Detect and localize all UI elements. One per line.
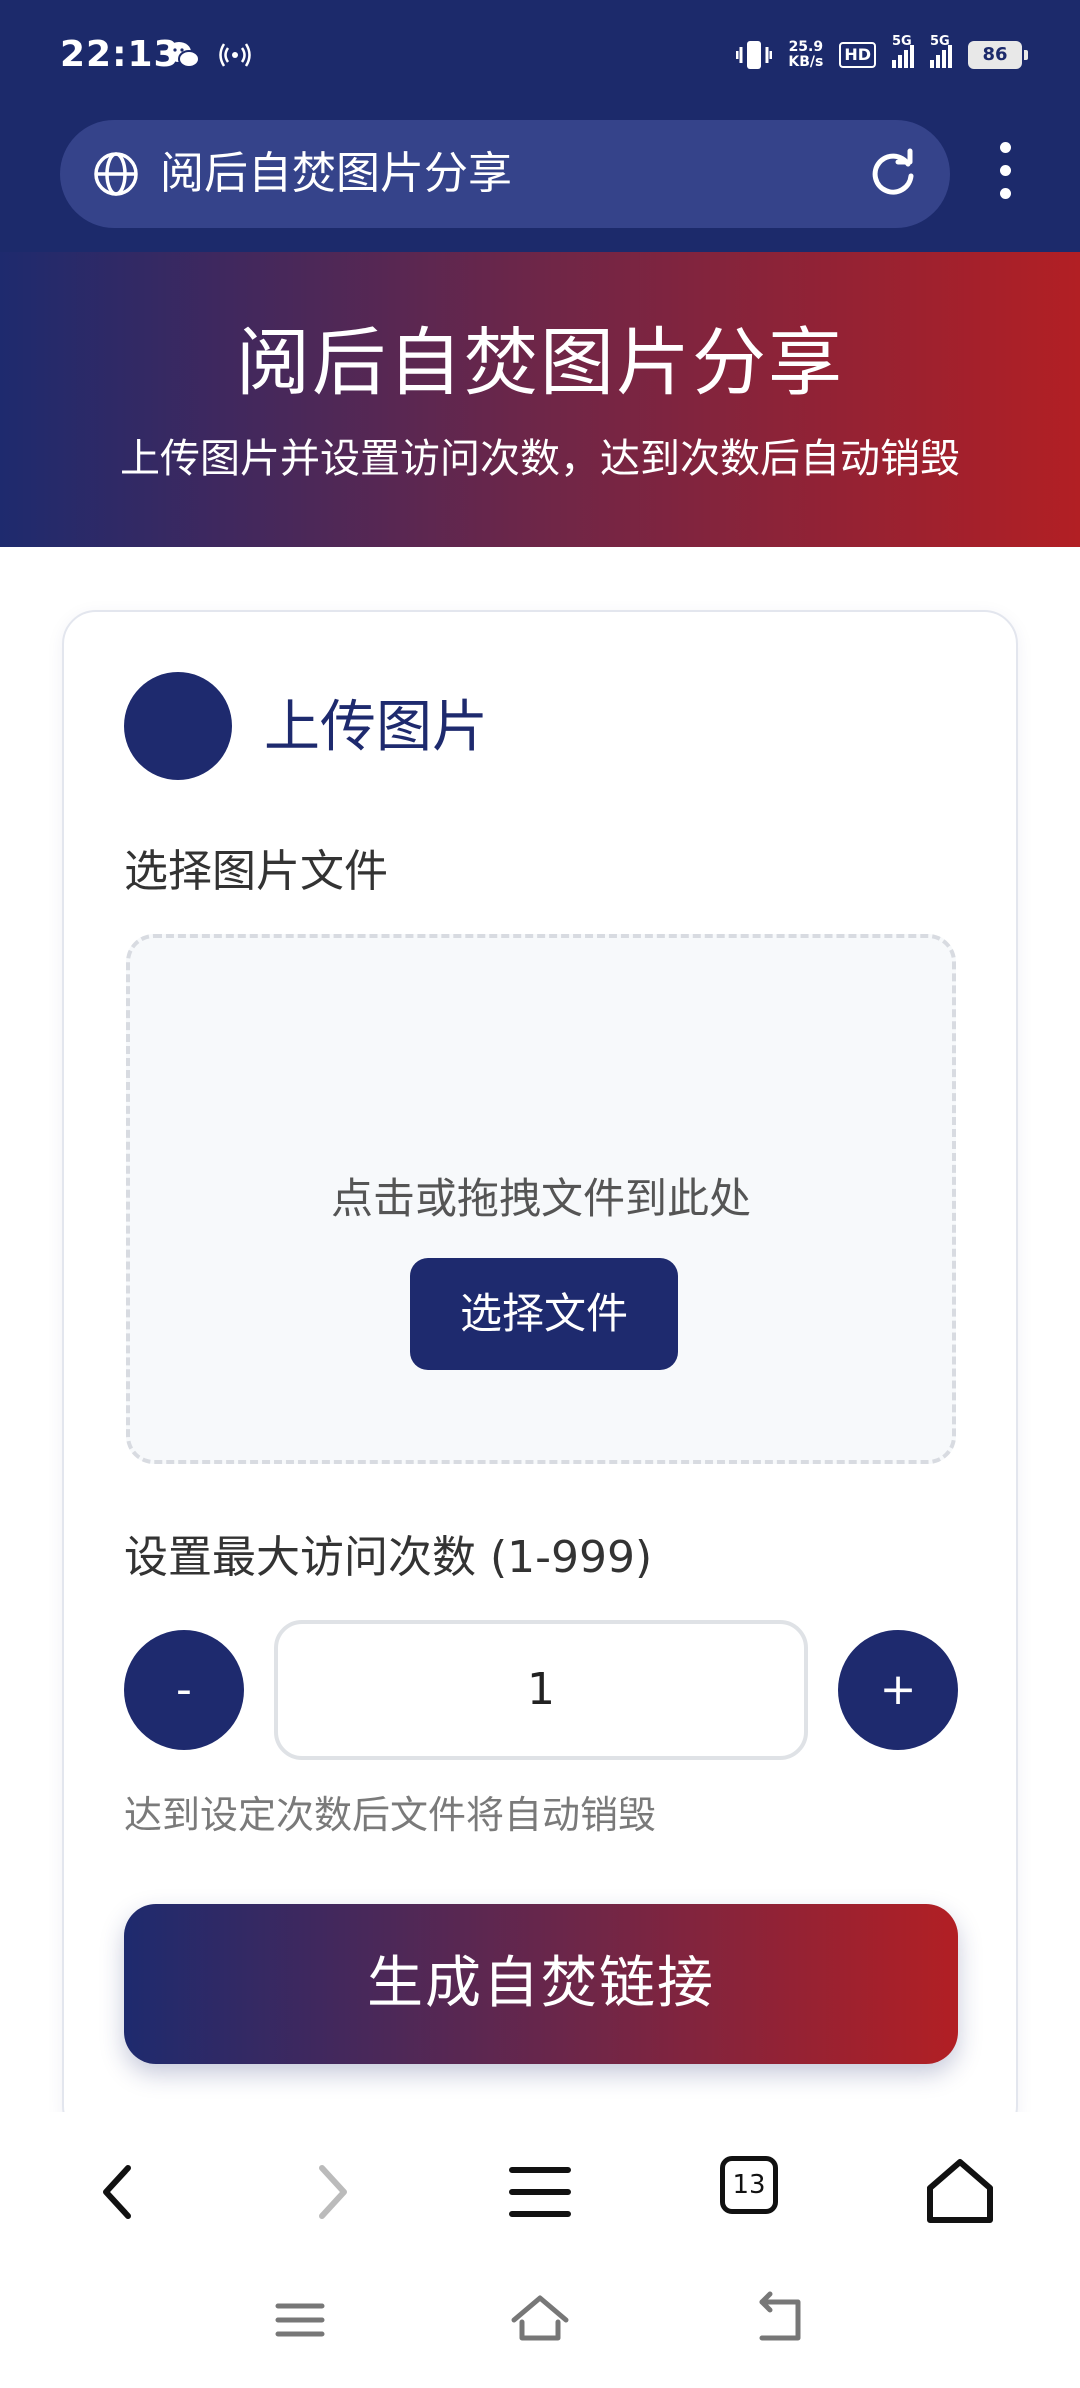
recent-apps-icon[interactable] — [268, 2288, 332, 2352]
page-subtitle: 上传图片并设置访问次数，达到次数后自动销毁 — [120, 436, 960, 482]
address-bar[interactable]: 阅后自焚图片分享 — [60, 120, 950, 228]
home-icon[interactable] — [920, 2152, 1000, 2232]
increment-button[interactable]: + — [838, 1630, 958, 1750]
system-back-icon[interactable] — [748, 2288, 812, 2352]
system-home-icon[interactable] — [508, 2288, 572, 2352]
wechat-icon — [167, 42, 200, 68]
globe-icon — [94, 152, 138, 196]
destroy-hint: 达到设定次数后文件将自动销毁 — [124, 1793, 657, 1837]
card-title: 上传图片 — [264, 695, 488, 760]
file-dropzone[interactable]: 点击或拖拽文件到此处 选择文件 — [126, 934, 956, 1464]
reload-icon[interactable] — [868, 148, 920, 200]
signal-sim2-icon: 5G — [930, 34, 952, 68]
hotspot-icon — [219, 43, 251, 67]
drop-hint: 点击或拖拽文件到此处 — [330, 1174, 751, 1223]
hero-banner: 阅后自焚图片分享 上传图片并设置访问次数，达到次数后自动销毁 — [0, 252, 1080, 547]
choose-file-button[interactable]: 选择文件 — [410, 1258, 678, 1370]
status-time: 22:13 — [60, 34, 180, 75]
max-visits-label: 设置最大访问次数 (1-999) — [124, 1532, 653, 1583]
decrement-button[interactable]: - — [124, 1630, 244, 1750]
page-title: 阅后自焚图片分享 — [236, 320, 844, 406]
forward-icon[interactable] — [290, 2152, 370, 2232]
hd-badge: HD — [839, 42, 876, 68]
network-speed: 25.9 KB/s — [788, 39, 824, 70]
address-text: 阅后自焚图片分享 — [160, 148, 512, 199]
more-menu-icon[interactable] — [990, 142, 1020, 206]
upload-card: 上传图片 选择图片文件 点击或拖拽文件到此处 选择文件 设置最大访问次数 (1-… — [62, 610, 1018, 2140]
status-bar: 22:13 25.9 KB/s HD 5G 5G 86 — [0, 0, 1080, 116]
menu-icon[interactable] — [500, 2152, 580, 2232]
file-label: 选择图片文件 — [124, 846, 388, 897]
system-nav-bar — [0, 2268, 1080, 2388]
tabs-button[interactable]: 13 — [720, 2156, 778, 2214]
card-icon-circle — [124, 672, 232, 780]
browser-toolbar: 13 — [0, 2112, 1080, 2268]
back-icon[interactable] — [80, 2152, 160, 2232]
visit-count-input[interactable]: 1 — [274, 1620, 808, 1760]
vibrate-icon — [736, 41, 773, 69]
generate-link-button[interactable]: 生成自焚链接 — [124, 1904, 958, 2064]
battery-indicator: 86 — [968, 41, 1028, 69]
signal-sim1-icon: 5G — [892, 34, 914, 68]
browser-chrome: 22:13 25.9 KB/s HD 5G 5G 86 阅后自焚图片分享 — [0, 0, 1080, 252]
